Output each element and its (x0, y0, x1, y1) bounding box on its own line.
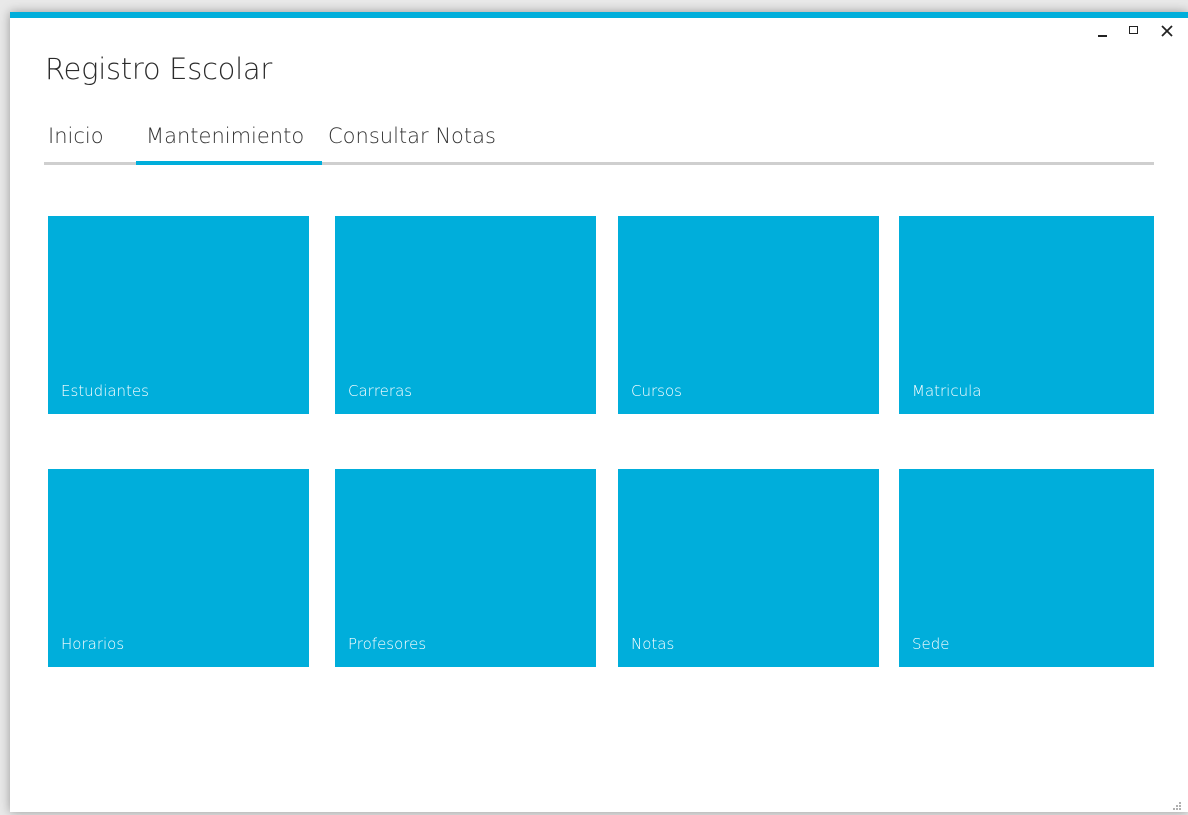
tile-label: Carreras (348, 382, 413, 400)
tab-bar: Inicio Mantenimiento Consultar Notas (44, 120, 1154, 165)
tile-cursos[interactable]: Cursos (618, 216, 879, 414)
tile-sede[interactable]: Sede (899, 469, 1154, 667)
tile-label: Profesores (348, 635, 427, 653)
close-icon[interactable] (1160, 24, 1174, 38)
tile-notas[interactable]: Notas (618, 469, 879, 667)
tile-label: Matricula (912, 382, 982, 400)
window-controls (1096, 24, 1174, 38)
tile-matricula[interactable]: Matricula (899, 216, 1154, 414)
tab-consultar-notas[interactable]: Consultar Notas (322, 120, 500, 156)
tile-label: Notas (631, 635, 675, 653)
tab-mantenimiento[interactable]: Mantenimiento (136, 120, 322, 165)
resize-grip-icon[interactable] (1172, 796, 1182, 810)
tile-profesores[interactable]: Profesores (335, 469, 596, 667)
minimize-icon[interactable] (1096, 24, 1110, 38)
app-title: Registro Escolar (45, 52, 272, 86)
tile-estudiantes[interactable]: Estudiantes (48, 216, 309, 414)
tile-label: Estudiantes (61, 382, 149, 400)
tile-carreras[interactable]: Carreras (335, 216, 596, 414)
main-window: Registro Escolar Inicio Mantenimiento Co… (10, 12, 1188, 812)
tile-horarios[interactable]: Horarios (48, 469, 309, 667)
tile-label: Sede (912, 635, 950, 653)
maximize-icon[interactable] (1128, 24, 1142, 38)
tab-inicio[interactable]: Inicio (44, 120, 136, 156)
tile-label: Cursos (631, 382, 682, 400)
tile-label: Horarios (61, 635, 125, 653)
